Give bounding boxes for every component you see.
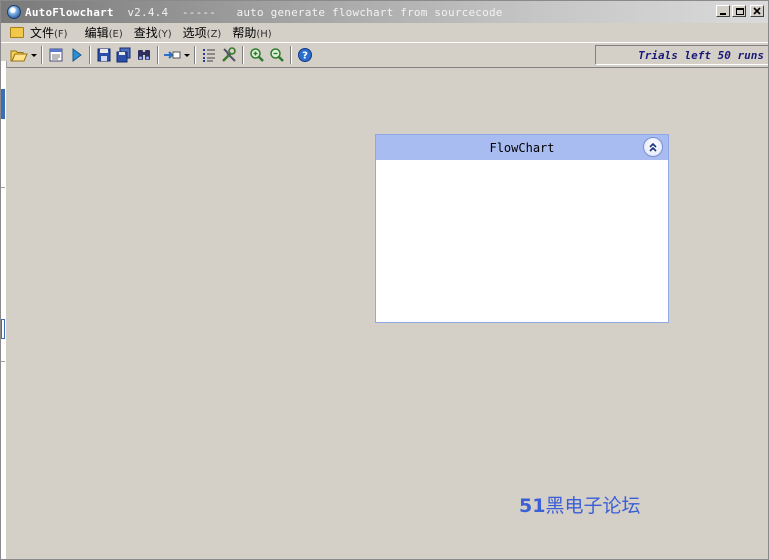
save-all-icon[interactable] xyxy=(114,45,134,65)
save-icon[interactable] xyxy=(94,45,114,65)
preview-icon[interactable] xyxy=(46,45,66,65)
tools-icon[interactable] xyxy=(219,45,239,65)
toolbar-separator xyxy=(157,46,159,64)
canvas-workspace[interactable]: FlowChart 51黑电子论坛 xyxy=(6,68,768,559)
watermark-number: 51 xyxy=(519,495,546,517)
watermark-text: 黑电子论坛 xyxy=(545,495,641,517)
minimize-button[interactable] xyxy=(716,5,730,17)
menu-bar: 文件(F) 编辑(E) 查找(Y) 选项(Z) 帮助(H) xyxy=(1,23,768,42)
export-icon[interactable] xyxy=(162,45,182,65)
outline-list-icon[interactable] xyxy=(199,45,219,65)
app-globe-icon[interactable] xyxy=(7,5,21,19)
find-binoculars-icon[interactable] xyxy=(134,45,154,65)
minimize-icon xyxy=(720,13,726,15)
zoom-out-icon[interactable] xyxy=(267,45,287,65)
flowchart-panel[interactable]: FlowChart xyxy=(375,134,669,323)
toolbar-separator xyxy=(41,46,43,64)
close-button[interactable] xyxy=(750,5,764,17)
menu-options[interactable]: 选项(Z) xyxy=(180,24,230,41)
folder-menu-icon xyxy=(10,27,24,38)
zoom-in-icon[interactable] xyxy=(247,45,267,65)
toolbar-separator xyxy=(89,46,91,64)
maximize-icon xyxy=(736,8,744,15)
maximize-button[interactable] xyxy=(732,5,746,17)
toolbar-separator xyxy=(242,46,244,64)
toolbar-separator xyxy=(290,46,292,64)
window-controls xyxy=(716,5,764,17)
app-window: AutoFlowchart v2.4.4 ----- auto generate… xyxy=(0,0,769,560)
open-dropdown-arrow-icon[interactable] xyxy=(29,45,38,65)
collapse-button[interactable] xyxy=(643,137,663,157)
double-chevron-up-icon xyxy=(649,142,657,152)
open-folder-icon[interactable] xyxy=(9,45,29,65)
export-dropdown-arrow-icon[interactable] xyxy=(182,45,191,65)
run-icon[interactable] xyxy=(66,45,86,65)
toolbar: ? Trials left 50 runs xyxy=(1,42,768,68)
forum-watermark: 51黑电子论坛 xyxy=(519,491,640,518)
close-icon xyxy=(753,7,761,15)
help-icon[interactable]: ? xyxy=(295,45,315,65)
window-title: AutoFlowchart v2.4.4 ----- auto generate… xyxy=(25,5,503,19)
toolbar-separator xyxy=(194,46,196,64)
menu-file[interactable]: 文件(F) xyxy=(27,24,76,41)
svg-text:?: ? xyxy=(302,51,308,62)
menu-help[interactable]: 帮助(H) xyxy=(229,24,279,41)
menu-find[interactable]: 查找(Y) xyxy=(131,24,180,41)
trials-status: Trials left 50 runs xyxy=(595,45,768,65)
flowchart-panel-header[interactable]: FlowChart xyxy=(376,135,668,160)
menu-edit[interactable]: 编辑(E) xyxy=(82,24,131,41)
flowchart-panel-title: FlowChart xyxy=(489,140,555,155)
title-bar[interactable]: AutoFlowchart v2.4.4 ----- auto generate… xyxy=(1,1,768,23)
